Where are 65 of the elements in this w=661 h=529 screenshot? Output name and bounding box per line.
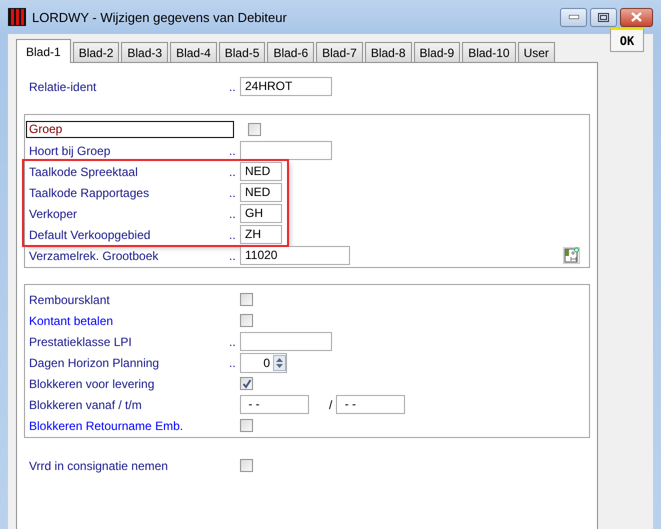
- tab[interactable]: Blad-3: [121, 42, 168, 62]
- field-label: Hoort bij Groep: [29, 144, 112, 158]
- field-label: Groep: [26, 121, 234, 138]
- ok-button[interactable]: OK: [610, 28, 644, 52]
- tab[interactable]: Blad-10: [462, 42, 516, 62]
- checkbox[interactable]: [240, 419, 253, 432]
- field-label: Default Verkoopgebied: [29, 228, 152, 242]
- date-field[interactable]: - -: [240, 395, 309, 414]
- tab[interactable]: Blad-4: [170, 42, 217, 62]
- tab[interactable]: Blad-8: [364, 42, 412, 62]
- leader-dots: ..: [229, 80, 237, 94]
- leader-dots: ..: [229, 228, 237, 242]
- spin-arrows-icon[interactable]: [273, 354, 286, 370]
- checkbox[interactable]: [240, 314, 253, 327]
- input-field[interactable]: NED: [240, 162, 282, 181]
- maximize-icon: [598, 12, 609, 22]
- maximize-button[interactable]: [590, 8, 617, 26]
- minimize-button[interactable]: [560, 8, 587, 26]
- field-label: Remboursklant: [29, 292, 111, 306]
- field-label: Verkoper: [29, 206, 78, 220]
- tab[interactable]: Blad-1: [16, 39, 71, 63]
- spinner-field[interactable]: 0: [240, 352, 287, 372]
- input-field[interactable]: GH: [240, 204, 282, 223]
- leader-dots: ..: [229, 206, 237, 220]
- leader-dots: ..: [229, 144, 237, 158]
- tab[interactable]: User: [518, 42, 555, 62]
- leader-dots: ..: [229, 356, 237, 370]
- field-label: Blokkeren vanaf / t/m: [29, 398, 143, 412]
- field-label: Vrrd in consignatie nemen: [29, 458, 169, 472]
- checkbox[interactable]: [240, 459, 253, 472]
- minimize-icon: [568, 15, 578, 19]
- leader-dots: ..: [229, 248, 237, 262]
- tab[interactable]: Blad-5: [218, 42, 266, 62]
- field-label: Dagen Horizon Planning: [29, 356, 160, 370]
- field-label: Kontant betalen: [29, 314, 114, 328]
- input-field[interactable]: ZH: [240, 225, 282, 244]
- window-title: LORDWY - Wijzigen gegevens van Debiteur: [32, 10, 288, 24]
- field-label: Verzamelrek. Grootboek: [29, 248, 160, 262]
- field-label: Relatie-ident: [29, 80, 98, 94]
- leader-dots: ..: [229, 186, 237, 200]
- range-separator: /: [329, 398, 332, 412]
- date-field[interactable]: - -: [336, 395, 406, 414]
- input-field[interactable]: [240, 332, 332, 351]
- input-field[interactable]: 11020: [240, 246, 350, 265]
- close-icon: [631, 12, 642, 22]
- checkbox[interactable]: [248, 123, 261, 136]
- lookup-icon[interactable]: [563, 247, 580, 264]
- leader-dots: ..: [229, 334, 237, 348]
- tab[interactable]: Blad-6: [267, 42, 314, 62]
- checkbox[interactable]: [240, 293, 253, 306]
- input-field[interactable]: NED: [240, 183, 282, 202]
- tab[interactable]: Blad-9: [414, 42, 460, 62]
- field-label: Prestatieklasse LPI: [29, 334, 133, 348]
- checkbox[interactable]: [240, 377, 253, 390]
- close-button[interactable]: [620, 8, 653, 26]
- app-icon: [8, 8, 26, 26]
- field-label: Taalkode Spreektaal: [29, 164, 139, 178]
- input-field[interactable]: 24HROT: [240, 77, 332, 96]
- leader-dots: ..: [229, 164, 237, 178]
- field-label: Blokkeren voor levering: [29, 376, 156, 390]
- field-label: Taalkode Rapportages: [29, 186, 150, 200]
- tab[interactable]: Blad-2: [72, 42, 120, 62]
- tab[interactable]: Blad-7: [316, 42, 363, 62]
- input-field[interactable]: [240, 141, 332, 160]
- field-label: Blokkeren Retourname Emb.: [29, 418, 184, 432]
